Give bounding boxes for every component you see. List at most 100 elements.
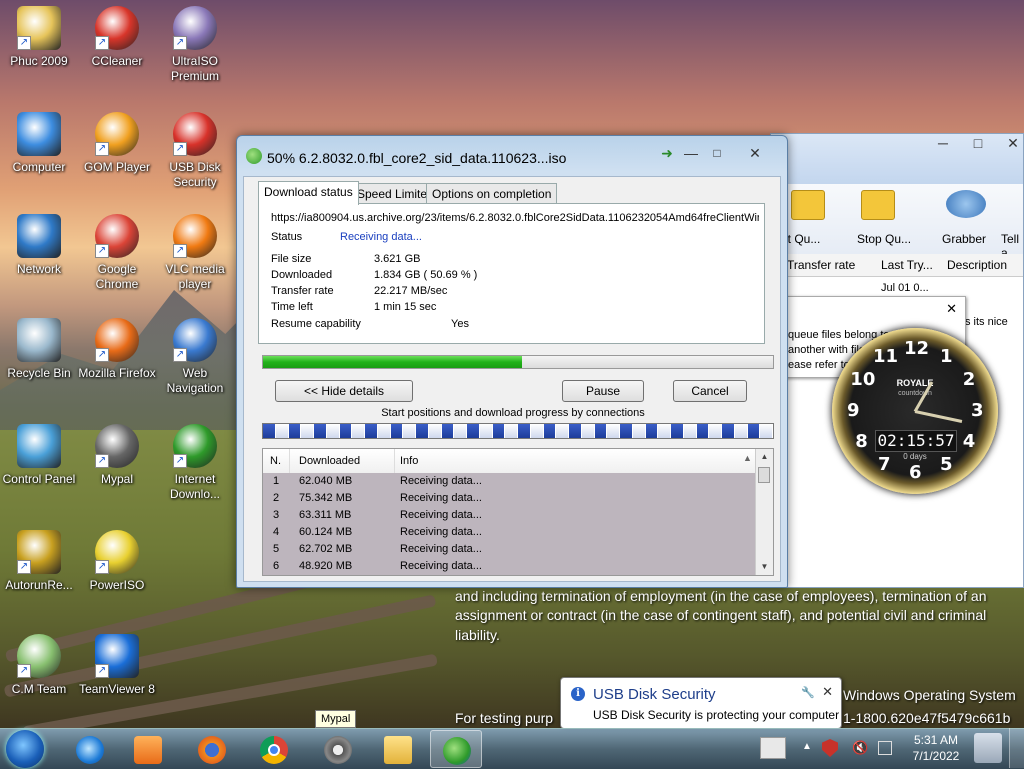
connection-segment: [543, 424, 557, 438]
usb-security-tray-icon[interactable]: [822, 739, 838, 757]
col-last-try[interactable]: Last Try...: [881, 258, 933, 272]
pen-tablet-icon[interactable]: [760, 737, 786, 759]
desktop-icon-internet-downlo[interactable]: ↗ Internet Downlo...: [156, 424, 234, 502]
table-row[interactable]: 6 48.920 MB Receiving data...: [263, 558, 757, 575]
scroll-thumb[interactable]: [758, 467, 770, 483]
desktop-icon-google-chrome[interactable]: ↗ Google Chrome: [78, 214, 156, 292]
arrow-icon[interactable]: ➜: [655, 144, 679, 162]
taskbar-firefox[interactable]: [186, 730, 238, 768]
clock-subtitle: countdown: [898, 390, 932, 397]
cancel-button[interactable]: Cancel: [673, 380, 747, 402]
hide-details-button[interactable]: << Hide details: [275, 380, 413, 402]
shortcut-arrow-icon: ↗: [95, 454, 109, 468]
table-header: N. Downloaded Info ▲: [263, 449, 757, 474]
connection-segment: [658, 424, 671, 438]
col-info[interactable]: Info: [400, 455, 418, 467]
desktop-icon-c-m-team[interactable]: ↗ C.M Team: [0, 634, 78, 697]
desktop-icon-ultraiso-premium[interactable]: ↗ UltraISO Premium: [156, 6, 234, 84]
maximize-button[interactable]: □: [705, 144, 729, 162]
tab-download-status[interactable]: Download status: [258, 181, 359, 205]
desktop-icon-ccleaner[interactable]: ↗ CCleaner: [78, 6, 156, 69]
desktop-icon-teamviewer-8[interactable]: ↗ TeamViewer 8: [78, 634, 156, 697]
table-row[interactable]: 1 62.040 MB Receiving data...: [263, 473, 757, 490]
col-description[interactable]: Description: [947, 258, 1007, 272]
taskbar-media-player[interactable]: [122, 730, 174, 768]
desktop-icon-mozilla-firefox[interactable]: ↗ Mozilla Firefox: [78, 318, 156, 381]
desktop-icon-mypal[interactable]: ↗ Mypal: [78, 424, 156, 487]
row-description: s its nice: [965, 316, 1008, 328]
taskbar-mypal[interactable]: [312, 730, 364, 768]
close-button[interactable]: ✕: [743, 144, 767, 162]
desktop-icon-usb-disk-security[interactable]: ↗ USB Disk Security: [156, 112, 234, 190]
desktop-icon-label: Recycle Bin: [7, 366, 71, 380]
show-desktop-button[interactable]: [1009, 728, 1024, 768]
countdown-clock-gadget[interactable]: 12 1 2 3 4 5 6 7 8 9 10 11 ROYALE countdown 02:15:5…: [832, 328, 998, 494]
taskbar-internet-explorer[interactable]: [64, 730, 116, 768]
connection-segment: [556, 424, 569, 438]
table-row[interactable]: 3 63.311 MB Receiving data...: [263, 507, 757, 524]
desktop-icon-recycle-bin[interactable]: Recycle Bin: [0, 318, 78, 381]
connections-progress-bar: [262, 423, 774, 439]
desktop-icon-autorunre[interactable]: ↗ AutorunRe...: [0, 530, 78, 593]
table-row[interactable]: 2 75.342 MB Receiving data...: [263, 490, 757, 507]
maximize-button[interactable]: □: [966, 134, 990, 152]
minimize-button[interactable]: ─: [931, 134, 955, 152]
desktop-icon-network[interactable]: Network: [0, 214, 78, 277]
tab-speed-limiter[interactable]: Speed Limiter: [351, 183, 438, 204]
pin-icon[interactable]: 🔧: [801, 686, 815, 699]
tab-options-on-completion[interactable]: Options on completion: [426, 183, 558, 204]
taskbar-clock[interactable]: 5:31 AM 7/1/2022: [900, 732, 972, 764]
network-icon: [17, 214, 61, 258]
teamviewer-icon: ↗: [95, 634, 139, 678]
download-progress-bar: [262, 355, 774, 369]
desktop-icon-web-navigation[interactable]: ↗ Web Navigation: [156, 318, 234, 396]
col-downloaded[interactable]: Downloaded: [299, 455, 360, 467]
usb-security-notification[interactable]: i USB Disk Security USB Disk Security is…: [560, 677, 842, 729]
desktop-icon-poweriso[interactable]: ↗ PowerISO: [78, 530, 156, 593]
taskbar-time: 5:31 AM: [913, 733, 959, 747]
desktop-icon-control-panel[interactable]: Control Panel: [0, 424, 78, 487]
table-scrollbar[interactable]: ▲ ▼: [755, 449, 773, 575]
col-transfer-rate[interactable]: Transfer rate: [787, 258, 855, 272]
connection-segment: [518, 424, 531, 438]
connection-segment: [288, 424, 302, 438]
taskbar-explorer[interactable]: [372, 730, 424, 768]
start-button[interactable]: [6, 730, 44, 768]
show-hidden-icons[interactable]: ▲: [802, 741, 812, 752]
desktop-icon-vlc-media-player[interactable]: ↗ VLC media player: [156, 214, 234, 292]
desktop-icon-gom-player[interactable]: ↗ GOM Player: [78, 112, 156, 175]
connection-segment: [594, 424, 608, 438]
scroll-down-icon[interactable]: ▼: [756, 559, 773, 575]
idm-app-icon: [246, 148, 262, 164]
close-icon[interactable]: ✕: [822, 684, 833, 700]
table-row[interactable]: 4 60.124 MB Receiving data...: [263, 524, 757, 541]
desktop-icon-phuc-2009[interactable]: ↗ Phuc 2009: [0, 6, 78, 69]
download-progress-dialog[interactable]: 50% 6.2.8032.0.fbl_core2_sid_data.110623…: [236, 135, 788, 588]
connection-segment: [428, 424, 442, 438]
taskbar-idm[interactable]: [430, 730, 482, 768]
close-icon[interactable]: ✕: [946, 301, 957, 317]
table-row[interactable]: 5 62.702 MB Receiving data...: [263, 541, 757, 558]
minimize-button[interactable]: —: [679, 144, 703, 162]
clock-numeral: 12: [904, 338, 930, 359]
pause-button[interactable]: Pause: [562, 380, 644, 402]
time-left-value: 1 min 15 sec: [374, 301, 437, 313]
network-tray-icon[interactable]: [878, 741, 892, 755]
stop-queue-button[interactable]: Stop Qu...: [857, 232, 911, 246]
user-avatar-icon[interactable]: [974, 733, 1002, 763]
scroll-up-icon[interactable]: ▲: [756, 449, 773, 465]
row-downloaded: 63.311 MB: [299, 509, 352, 521]
clock-numeral: 4: [962, 431, 976, 452]
desktop-icon-computer[interactable]: Computer: [0, 112, 78, 175]
gom-player-icon: ↗: [95, 112, 139, 156]
idm-main-titlebar[interactable]: ─ □ ✕: [771, 134, 1023, 184]
connection-segment: [454, 424, 467, 438]
close-button[interactable]: ✕: [1001, 134, 1023, 152]
taskbar-chrome[interactable]: [248, 730, 300, 768]
connections-table: N. Downloaded Info ▲ 1 62.040 MB Receiving…: [262, 448, 774, 576]
dialog-title: 50% 6.2.8032.0.fbl_core2_sid_data.110623…: [267, 150, 567, 166]
volume-muted-icon[interactable]: 🔇: [852, 740, 868, 756]
col-number[interactable]: N.: [270, 455, 281, 467]
connection-segment: [607, 424, 620, 438]
grabber-button[interactable]: Grabber: [942, 232, 986, 246]
